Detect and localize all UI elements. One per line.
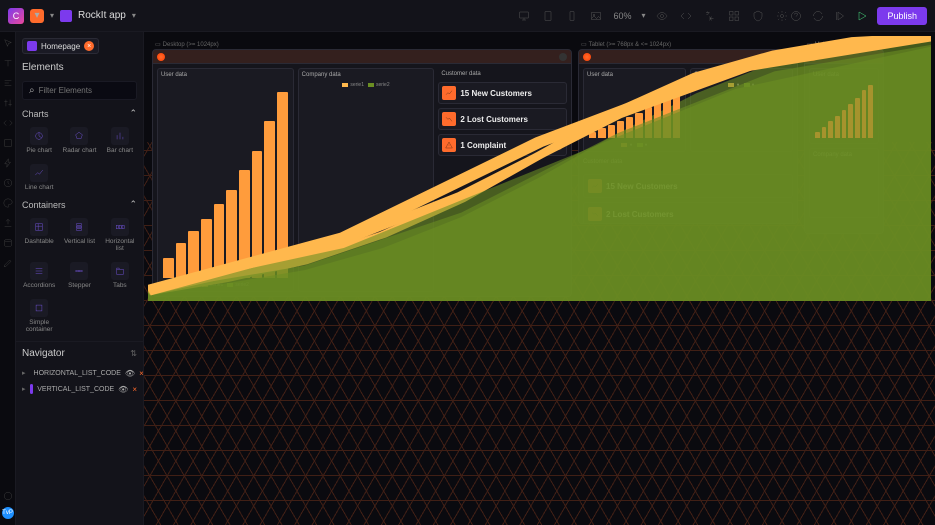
zoom-level[interactable]: 60% <box>613 11 631 21</box>
app-name: RockIt app <box>78 10 126 21</box>
viewports: ▭ Desktop (>= 1024px) User data <box>144 32 935 305</box>
zoom-chevron-icon[interactable]: ▾ <box>641 11 645 20</box>
page-tab-icon <box>27 41 37 51</box>
nav-label: HORIZONTAL_LIST_CODE <box>34 370 121 377</box>
elements-title: Elements <box>16 54 143 77</box>
play-icon[interactable] <box>855 9 869 23</box>
grid-icon[interactable] <box>727 9 741 23</box>
eye-icon[interactable] <box>655 9 669 23</box>
el-bar-chart[interactable]: Bar chart <box>101 123 139 158</box>
topbar-right: Publish <box>789 7 927 25</box>
search-input[interactable] <box>39 86 130 95</box>
rail-palette-icon[interactable] <box>3 198 13 208</box>
app-switch-icon[interactable]: ▾ <box>30 9 44 23</box>
refresh-icon[interactable] <box>811 9 825 23</box>
skip-icon[interactable] <box>833 9 847 23</box>
rail-settings-icon[interactable] <box>3 78 13 88</box>
group-charts-label: Charts <box>22 109 49 119</box>
canvas[interactable]: ▭ Desktop (>= 1024px) User data <box>144 32 935 525</box>
topbar-center: 60% ▾ <box>517 9 789 23</box>
nav-arrow-icon[interactable]: ▸ <box>22 385 26 393</box>
group-containers-label: Containers <box>22 200 66 210</box>
page-tabs: Homepage × <box>16 32 143 54</box>
rail-box-icon[interactable] <box>3 138 13 148</box>
app-logo[interactable]: C <box>8 8 24 24</box>
rail-db-icon[interactable] <box>3 238 13 248</box>
chevron-up-icon: ⌃ <box>129 199 137 210</box>
help-icon[interactable] <box>789 9 803 23</box>
viewport-mobile: ▭ Mobile (<= 767px) User data Company da… <box>804 40 884 234</box>
rail-bolt-icon[interactable] <box>3 158 13 168</box>
rail-upload-icon[interactable] <box>3 218 13 228</box>
close-tab-icon[interactable]: × <box>84 41 94 51</box>
gear-icon[interactable] <box>775 9 789 23</box>
shield-icon[interactable] <box>751 9 765 23</box>
topbar: C ▾ ▾ RockIt app ▾ 60% ▾ Publish <box>0 0 935 32</box>
device-desktop-icon[interactable] <box>517 9 531 23</box>
image-icon[interactable] <box>589 9 603 23</box>
app-name-chevron-icon[interactable]: ▾ <box>132 11 136 20</box>
visibility-icon[interactable]: 👁 <box>125 369 135 378</box>
tool-rail: TvP <box>0 32 16 525</box>
rail-cursor-icon[interactable] <box>3 38 13 48</box>
visibility-icon[interactable]: 👁 <box>118 385 128 394</box>
rail-help-icon[interactable] <box>3 491 13 501</box>
nav-label: VERTICAL_LIST_CODE <box>37 386 114 393</box>
delete-icon[interactable]: × <box>132 385 137 394</box>
rail-clock-icon[interactable] <box>3 178 13 188</box>
translate-icon[interactable] <box>703 9 717 23</box>
rail-text-icon[interactable] <box>3 58 13 68</box>
page-tab-label: Homepage <box>41 42 80 51</box>
device-mobile-icon[interactable] <box>565 9 579 23</box>
rail-pen-icon[interactable] <box>3 258 13 268</box>
group-charts[interactable]: Charts ⌃ <box>16 104 143 123</box>
code-icon[interactable] <box>679 9 693 23</box>
el-simple-container[interactable]: Simple container <box>20 295 58 337</box>
elements-search[interactable]: ⌕ <box>22 81 137 100</box>
rail-swap-icon[interactable] <box>3 98 13 108</box>
el-vertical-list[interactable]: Vertical list <box>60 214 98 256</box>
card-company-data: Company data <box>809 148 879 218</box>
el-radar-chart[interactable]: Radar chart <box>60 123 98 158</box>
navigator: Navigator ⇅ ▸ HORIZONTAL_LIST_CODE 👁 × ▸ … <box>16 341 143 525</box>
navigator-title: Navigator <box>22 348 65 359</box>
nav-item-vertical[interactable]: ▸ VERTICAL_LIST_CODE 👁 × <box>16 381 143 397</box>
group-containers[interactable]: Containers ⌃ <box>16 195 143 214</box>
side-panel: Homepage × Elements ⌕ Charts ⌃ Pie chart… <box>16 32 144 525</box>
el-tabs[interactable]: Tabs <box>101 258 139 293</box>
rail-code-icon[interactable] <box>3 118 13 128</box>
charts-grid: Pie chart Radar chart Bar chart Line cha… <box>16 123 143 195</box>
delete-icon[interactable]: × <box>139 369 143 378</box>
publish-button[interactable]: Publish <box>877 7 927 25</box>
navigator-header: Navigator ⇅ <box>16 342 143 365</box>
el-dashtable[interactable]: Dashtable <box>20 214 58 256</box>
chevron-down-icon[interactable]: ▾ <box>50 11 54 20</box>
vp-mobile-frame[interactable]: User data Company data <box>804 49 884 234</box>
nav-expand-icon[interactable]: ⇅ <box>130 349 137 358</box>
page-tab-homepage[interactable]: Homepage × <box>22 38 99 54</box>
app-color-icon <box>60 10 72 22</box>
search-icon: ⌕ <box>29 85 35 96</box>
el-pie-chart[interactable]: Pie chart <box>20 123 58 158</box>
el-horizontal-list[interactable]: Horizontal list <box>101 214 139 256</box>
containers-grid: Dashtable Vertical list Horizontal list … <box>16 214 143 337</box>
app-root: C ▾ ▾ RockIt app ▾ 60% ▾ Publish <box>0 0 935 525</box>
user-avatar[interactable]: TvP <box>2 507 14 519</box>
el-stepper[interactable]: Stepper <box>60 258 98 293</box>
main-body: TvP Homepage × Elements ⌕ Charts ⌃ P <box>0 32 935 525</box>
nav-type-icon <box>30 384 34 394</box>
device-tablet-icon[interactable] <box>541 9 555 23</box>
el-accordions[interactable]: Accordions <box>20 258 58 293</box>
nav-arrow-icon[interactable]: ▸ <box>22 369 26 377</box>
topbar-left: C ▾ ▾ RockIt app ▾ <box>8 8 517 24</box>
nav-item-horizontal[interactable]: ▸ HORIZONTAL_LIST_CODE 👁 × <box>16 365 143 381</box>
chevron-up-icon: ⌃ <box>129 108 137 119</box>
el-line-chart[interactable]: Line chart <box>20 160 58 195</box>
